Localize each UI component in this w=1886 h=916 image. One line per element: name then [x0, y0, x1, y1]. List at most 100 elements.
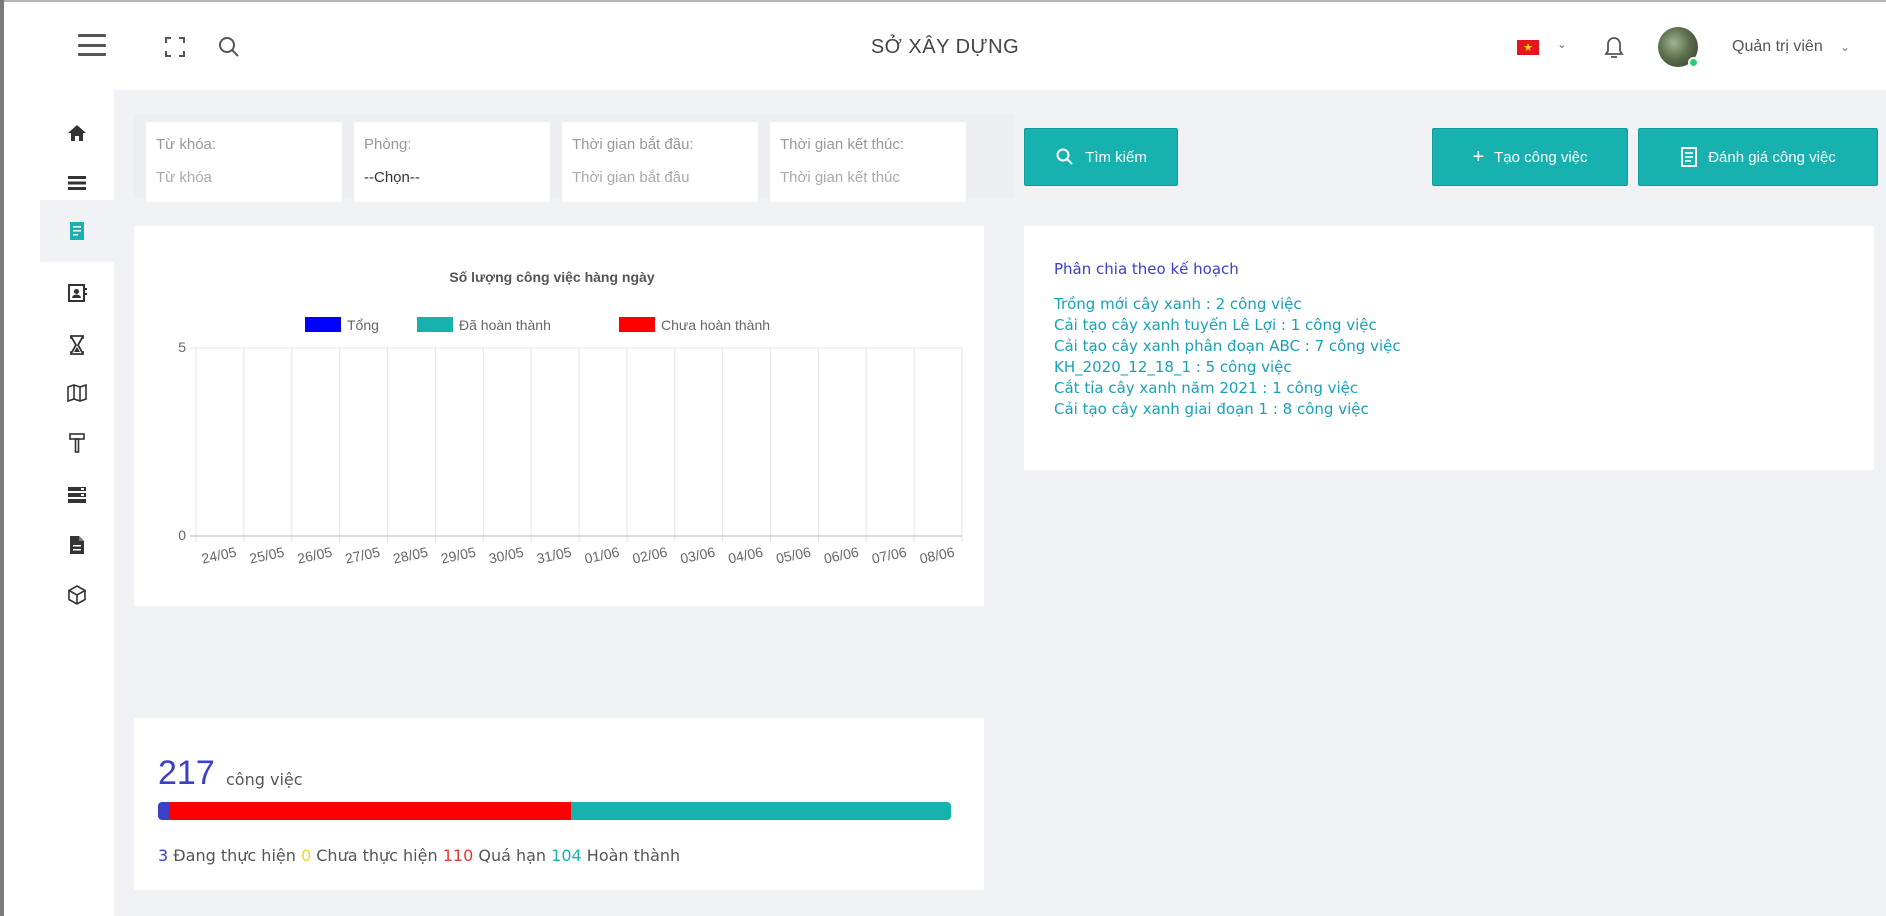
top-bar: SỞ XÂY DỰNG ★ ⌄ Quản trị viên ⌄: [4, 2, 1886, 90]
sidebar-item-tasks[interactable]: [40, 200, 114, 262]
create-task-button[interactable]: + Tạo công việc: [1432, 128, 1628, 186]
x-tick-label: 31/05: [535, 544, 573, 567]
completed-label: Hoàn thành: [586, 846, 681, 865]
task-status-progress-bar: [158, 802, 951, 820]
task-summary-card: 217 công việc 3 Đang thực hiện 0 Chưa th…: [134, 718, 984, 890]
online-status-dot: [1688, 57, 1699, 68]
hammer-icon: [69, 433, 85, 453]
map-icon: [67, 383, 87, 403]
search-icon: [1056, 148, 1073, 165]
in-progress-segment: [158, 802, 169, 820]
legend-label[interactable]: Đã hoàn thành: [459, 317, 551, 333]
x-tick-label: 24/05: [200, 544, 238, 567]
legend-swatch[interactable]: [619, 317, 655, 332]
vietnam-flag-icon[interactable]: ★: [1517, 40, 1539, 55]
y-tick-label: 5: [178, 339, 186, 355]
search-button[interactable]: Tìm kiếm: [1024, 128, 1178, 186]
x-tick-label: 04/06: [727, 544, 765, 567]
filter-bar: Từ khóa: Phòng: --Chọn-- Thời gian bắt đ…: [134, 114, 1014, 202]
chevron-down-icon[interactable]: ⌄: [1557, 37, 1567, 51]
x-tick-label: 26/05: [296, 544, 334, 567]
x-tick-label: 30/05: [487, 544, 525, 567]
plan-item: Cải tạo cây xanh phân đoạn ABC : 7 công …: [1054, 337, 1401, 355]
plan-title: Phân chia theo kế hoạch: [1054, 260, 1239, 278]
hourglass-icon: [70, 335, 84, 355]
department-select[interactable]: --Chọn--: [364, 169, 540, 186]
overdue-label: Quá hạn: [478, 846, 547, 865]
evaluate-task-button-label: Đánh giá công việc: [1708, 148, 1836, 166]
server-icon: [68, 487, 86, 503]
x-tick-label: 02/06: [631, 544, 669, 567]
overdue-segment: [168, 802, 571, 820]
legend-label[interactable]: Chưa hoàn thành: [661, 317, 770, 333]
legend-swatch[interactable]: [417, 317, 453, 332]
home-icon: [68, 125, 86, 141]
daily-task-chart-card: Số lượng công việc hàng ngày Tổng Đã hoàn…: [134, 226, 984, 606]
x-tick-label: 28/05: [392, 544, 430, 567]
in-progress-count: 3: [158, 846, 169, 865]
keyword-input[interactable]: [156, 169, 332, 186]
legend-label[interactable]: Tổng: [347, 317, 379, 333]
overdue-count: 110: [442, 846, 474, 865]
keyword-filter: Từ khóa:: [146, 122, 342, 202]
plan-list: Trồng mới cây xanh : 2 công việc Cải tạo…: [1054, 294, 1401, 420]
report-icon: [1681, 147, 1698, 167]
total-task-count: 217: [158, 754, 215, 792]
not-started-count: 0: [300, 846, 312, 865]
plan-item: Trồng mới cây xanh : 2 công việc: [1054, 295, 1302, 313]
x-tick-label: 07/06: [870, 544, 908, 567]
plan-item: Cắt tỉa cây xanh năm 2021 : 1 công việc: [1054, 379, 1359, 397]
daily-task-chart: Số lượng công việc hàng ngày Tổng Đã hoàn…: [178, 269, 963, 567]
department-filter: Phòng: --Chọn--: [354, 122, 550, 202]
keyword-label: Từ khóa:: [156, 136, 217, 153]
user-name[interactable]: Quản trị viên: [1732, 38, 1823, 56]
plan-breakdown-card: Phân chia theo kế hoạch Trồng mới cây xa…: [1024, 226, 1874, 470]
plan-item: KH_2020_12_18_1 : 5 công việc: [1054, 358, 1292, 376]
chart-y-axis: 50: [178, 339, 186, 543]
end-time-filter: Thời gian kết thúc:: [770, 122, 966, 202]
chart-legend: Tổng Đã hoàn thành Chưa hoàn thành: [305, 317, 770, 333]
chart-title: Số lượng công việc hàng ngày: [449, 269, 654, 285]
department-label: Phòng:: [364, 136, 412, 153]
plan-item: Cải tạo cây xanh tuyến Lê Lợi : 1 công v…: [1054, 316, 1377, 334]
start-time-label: Thời gian bắt đầu:: [572, 136, 694, 153]
start-time-input[interactable]: [572, 169, 748, 186]
clipboard-icon: [70, 222, 84, 240]
completed-count: 104: [551, 846, 582, 865]
contact-card-icon: [68, 284, 87, 302]
chevron-down-icon[interactable]: ⌄: [1840, 40, 1850, 54]
create-task-button-label: Tạo công việc: [1494, 148, 1588, 166]
x-tick-label: 08/06: [918, 544, 956, 567]
end-time-label: Thời gian kết thúc:: [780, 136, 905, 153]
task-status-legend: 3 Đang thực hiện 0 Chưa thực hiện 110 Qu…: [158, 846, 680, 865]
chart-x-axis: 24/05 25/05 26/05 27/05 28/05 29/05 30/05 31/05…: [200, 544, 956, 567]
not-started-label: Chưa thực hiện: [316, 846, 438, 865]
in-progress-label: Đang thực hiện: [173, 846, 296, 865]
x-tick-label: 05/06: [775, 544, 813, 567]
list-icon: [68, 176, 86, 190]
legend-swatch[interactable]: [305, 317, 341, 332]
completed-segment: [570, 802, 951, 820]
document-icon: [70, 536, 84, 554]
bell-icon[interactable]: [1601, 33, 1627, 61]
cube-icon: [68, 585, 86, 605]
y-tick-label: 0: [178, 527, 186, 543]
chart-grid: [190, 347, 963, 542]
flag-star-icon: ★: [1523, 41, 1533, 54]
x-tick-label: 03/06: [679, 544, 717, 567]
sidebar-item-packages[interactable]: [40, 564, 114, 626]
x-tick-label: 01/06: [583, 544, 621, 567]
plus-icon: +: [1472, 146, 1485, 168]
x-tick-label: 29/05: [439, 544, 477, 567]
search-button-label: Tìm kiếm: [1085, 148, 1147, 166]
x-tick-label: 25/05: [248, 544, 286, 567]
main-content: Từ khóa: Phòng: --Chọn-- Thời gian bắt đ…: [114, 90, 1886, 916]
x-tick-label: 06/06: [822, 544, 860, 567]
total-task-unit: công việc: [226, 770, 303, 789]
start-time-filter: Thời gian bắt đầu:: [562, 122, 758, 202]
end-time-input[interactable]: [780, 169, 956, 186]
plan-item: Cải tạo cây xanh giai đoạn 1 : 8 công vi…: [1054, 400, 1369, 418]
evaluate-task-button[interactable]: Đánh giá công việc: [1638, 128, 1878, 186]
sidebar: [4, 90, 114, 916]
x-tick-label: 27/05: [344, 544, 382, 567]
